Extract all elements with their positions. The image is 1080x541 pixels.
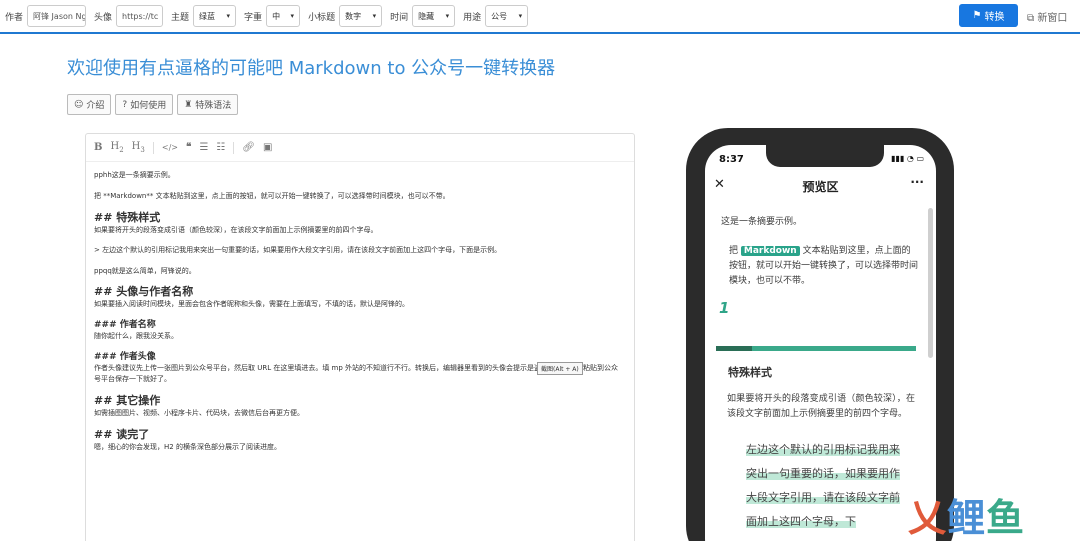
help-tabs: ☺ 介绍 ? 如何使用 ♜ 特殊语法 bbox=[67, 94, 239, 115]
link-icon[interactable]: 🔗︎ bbox=[242, 142, 255, 153]
smile-icon: ☺ bbox=[74, 99, 84, 110]
ordered-list-icon[interactable]: ☷ bbox=[216, 142, 225, 153]
chevron-down-icon: ▾ bbox=[290, 12, 295, 20]
markdown-editor[interactable]: B H2 H3 </> ❝ ☰ ☷ 🔗︎ ▣ pphh这是一条摘要示例。 把 *… bbox=[85, 133, 635, 541]
reading-progress-bar bbox=[716, 346, 916, 351]
editor-heading: ## 特殊样式 bbox=[94, 211, 161, 224]
tab-special-syntax[interactable]: ♜ 特殊语法 bbox=[177, 94, 239, 115]
section-number: 1 bbox=[719, 299, 730, 317]
tab-how-to-use[interactable]: ? 如何使用 bbox=[115, 94, 174, 115]
new-window-icon: ⧉ bbox=[1027, 13, 1035, 24]
top-toolbar: 作者 阿锋 Jason Ng 头像 https://tc 主题 绿蓝 ▾ 字重 中… bbox=[0, 0, 1080, 34]
time-select[interactable]: 隐藏 ▾ bbox=[412, 5, 456, 27]
editor-line: ppqq就是这么简单，阿锋说的。 bbox=[94, 267, 196, 275]
page-title: 欢迎使用有点逼格的可能吧 Markdown to 公众号一键转换器 bbox=[67, 58, 556, 79]
new-window-label: 新窗口 bbox=[1037, 13, 1068, 24]
time-label: 时间 bbox=[390, 12, 409, 23]
preview-quote: 左边这个默认的引用标记我用来突出一句重要的话，如果要用作大段文字引用，请在该段文… bbox=[716, 438, 921, 534]
avatar-url-input[interactable]: https://tc bbox=[116, 5, 164, 27]
theme-select-value: 绿蓝 bbox=[199, 11, 216, 21]
fontsize-select[interactable]: 中 ▾ bbox=[266, 5, 301, 27]
editor-line: 如需插图图片、视频、小程序卡片、代码块，去微信后台再更方便。 bbox=[94, 409, 304, 417]
convert-button[interactable]: ⚑ 转换 bbox=[959, 4, 1018, 27]
subtitle-label: 小标题 bbox=[308, 12, 336, 23]
editor-heading: ## 读完了 bbox=[94, 428, 150, 441]
unordered-list-icon[interactable]: ☰ bbox=[199, 142, 208, 153]
theme-label: 主题 bbox=[171, 12, 190, 23]
author-label: 作者 bbox=[5, 12, 24, 23]
tab-special-syntax-label: 特殊语法 bbox=[195, 101, 232, 111]
editor-line: 如果要将开头的段落变成引语（颜色较深），在该段文字前面加上示例摘要里的前四个字母… bbox=[94, 226, 378, 234]
subtitle-select[interactable]: 数字 ▾ bbox=[339, 5, 383, 27]
fontsize-select-value: 中 bbox=[272, 11, 281, 21]
toolbar-divider bbox=[233, 141, 235, 154]
convert-button-label: 转换 bbox=[984, 12, 1005, 23]
preview-screen: 8:37 ▮▮▮ ◔ ▭ ✕ 预览区 ··· 这是一条摘要示例。 把 Markd… bbox=[705, 145, 936, 541]
new-window-button[interactable]: ⧉ 新窗口 bbox=[1027, 9, 1067, 24]
preview-quote-text: 左边这个默认的引用标记我用来突出一句重要的话，如果要用作大段文字引用，请在该段文… bbox=[746, 443, 900, 528]
preview-description: 如果要将开头的段落变成引语（颜色较深），在该段文字前面加上示例摘要里的前四个字母… bbox=[727, 394, 915, 419]
preview-content: 这是一条摘要示例。 把 Markdown 文本粘贴到这里，点上面的按钮，就可以开… bbox=[716, 215, 921, 534]
tab-how-to-use-label: 如何使用 bbox=[130, 101, 167, 111]
time-select-value: 隐藏 bbox=[418, 11, 435, 21]
heading3-icon[interactable]: H3 bbox=[132, 141, 145, 154]
editor-heading: ## 其它操作 bbox=[94, 394, 161, 407]
heading2-icon[interactable]: H2 bbox=[110, 141, 123, 154]
flag-icon: ⚑ bbox=[972, 10, 982, 21]
battery-icon: ▭ bbox=[916, 154, 924, 163]
signal-icon: ▮▮▮ bbox=[891, 154, 905, 163]
usage-label: 用途 bbox=[463, 12, 482, 23]
editor-subheading: ### 作者名称 bbox=[94, 320, 156, 330]
status-icons: ▮▮▮ ◔ ▭ bbox=[891, 154, 924, 163]
editor-text-area[interactable]: pphh这是一条摘要示例。 把 **Markdown** 文本粘贴到这里，点上面… bbox=[86, 162, 634, 453]
code-icon[interactable]: </> bbox=[162, 143, 178, 152]
fontsize-label: 字重 bbox=[244, 12, 263, 23]
chevron-down-icon: ▾ bbox=[445, 12, 450, 20]
chevron-down-icon: ▾ bbox=[372, 12, 377, 20]
preview-summary: 这是一条摘要示例。 bbox=[721, 217, 803, 227]
chevron-down-icon: ▾ bbox=[518, 12, 523, 20]
help-icon: ? bbox=[122, 99, 128, 110]
editor-line: > 左边这个默认的引用标记我用来突出一句重要的话，如果要用作大段文字引用，请在该… bbox=[94, 246, 502, 254]
chevron-down-icon: ▾ bbox=[226, 12, 231, 20]
quote-icon[interactable]: ❝ bbox=[186, 142, 191, 153]
bold-icon[interactable]: B bbox=[94, 142, 102, 153]
avatar-label: 头像 bbox=[94, 12, 113, 23]
phone-frame: 8:37 ▮▮▮ ◔ ▭ ✕ 预览区 ··· 这是一条摘要示例。 把 Markd… bbox=[686, 128, 954, 541]
wifi-icon: ◔ bbox=[906, 154, 914, 163]
preview-heading: 特殊样式 bbox=[728, 366, 772, 379]
theme-select[interactable]: 绿蓝 ▾ bbox=[193, 5, 237, 27]
tab-intro[interactable]: ☺ 介绍 bbox=[67, 94, 112, 115]
editor-line: 嗯，细心的你会发现，H2 的横条深色部分展示了阅读进度。 bbox=[94, 443, 281, 451]
syntax-icon: ♜ bbox=[184, 99, 193, 110]
preview-title: 预览区 bbox=[802, 180, 839, 194]
image-icon[interactable]: ▣ bbox=[263, 142, 272, 153]
editor-toolbar: B H2 H3 </> ❝ ☰ ☷ 🔗︎ ▣ bbox=[86, 134, 634, 162]
usage-select-value: 公号 bbox=[491, 11, 508, 21]
markdown-tag: Markdown bbox=[740, 246, 800, 256]
editor-line: 随你起什么，跟我没关系。 bbox=[94, 332, 178, 340]
more-icon[interactable]: ··· bbox=[910, 175, 924, 189]
editor-line: pphh这是一条摘要示例。 bbox=[94, 171, 175, 179]
reading-progress-fill bbox=[716, 346, 752, 351]
tab-intro-label: 介绍 bbox=[86, 101, 105, 111]
preview-scrollbar[interactable] bbox=[928, 208, 933, 358]
phone-notch bbox=[766, 145, 884, 167]
status-time: 8:37 bbox=[719, 154, 744, 165]
watermark-logo: 乂鲤鱼 bbox=[908, 496, 1026, 540]
preview-header: ✕ 预览区 ··· bbox=[705, 175, 936, 200]
preview-para-pre: 把 bbox=[729, 246, 739, 256]
author-input[interactable]: 阿锋 Jason Ng bbox=[27, 5, 87, 27]
editor-heading: ## 头像与作者名称 bbox=[94, 285, 194, 298]
preview-paragraph: 把 Markdown 文本粘贴到这里，点上面的按钮，就可以开始一键转换了，可以选… bbox=[716, 244, 921, 289]
editor-line: 把 **Markdown** 文本粘贴到这里，点上面的按钮，就可以开始一键转换了… bbox=[94, 192, 450, 200]
screenshot-tooltip: 截图(Alt + A) bbox=[537, 362, 583, 375]
toolbar-divider bbox=[152, 141, 154, 154]
usage-select[interactable]: 公号 ▾ bbox=[485, 5, 529, 27]
editor-line: 如果要插入阅读时间模块，里面会包含作者昵称和头像，需要在上面填写，不填的话，默认… bbox=[94, 300, 409, 308]
subtitle-select-value: 数字 bbox=[345, 11, 362, 21]
